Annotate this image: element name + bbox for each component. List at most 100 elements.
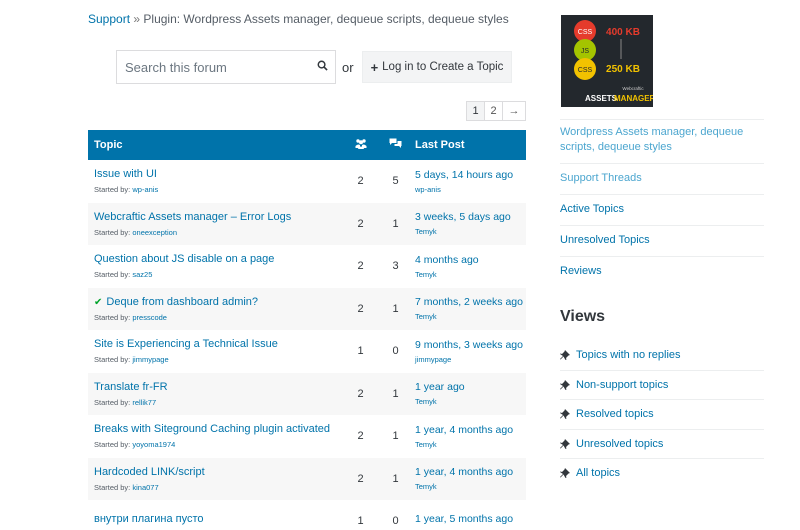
started-by-user-link[interactable]: kina077 [132, 483, 158, 492]
breadcrumb-support-link[interactable]: Support [88, 12, 130, 26]
resolved-check-icon: ✔ [94, 296, 103, 308]
started-by-user-link[interactable]: saz25 [132, 270, 152, 279]
sidebar-item-support-threads[interactable]: Support Threads [560, 163, 764, 194]
sidebar-item-reviews[interactable]: Reviews [560, 256, 764, 287]
logo-css-top: CSS [578, 29, 593, 36]
last-post-cell: 7 months, 2 weeks ago Temyk [412, 296, 523, 321]
started-by-user-link[interactable]: oneexception [132, 228, 177, 237]
topics-table: Topic Last Post Issue with UI Started by:… [88, 130, 526, 530]
topic-title-link[interactable]: Question about JS disable on a page [94, 253, 342, 265]
breadcrumb-current: Plugin: Wordpress Assets manager, dequeu… [143, 12, 509, 26]
logo-css-bottom: CSS [578, 67, 593, 74]
topic-title-text: внутри плагина пусто [94, 512, 204, 525]
topic-title-text: Hardcoded LINK/script [94, 465, 205, 478]
last-post-time-link[interactable]: 4 months ago [415, 254, 479, 266]
last-post-time-link[interactable]: 3 weeks, 5 days ago [415, 211, 511, 223]
header-posts [379, 138, 412, 152]
last-post-author-link[interactable]: Temyk [415, 482, 513, 491]
topic-title-text: Breaks with Siteground Caching plugin ac… [94, 423, 331, 436]
voices-count: 2 [357, 387, 364, 400]
last-post-time-link[interactable]: 1 year, 4 months ago [415, 466, 513, 478]
last-post-author-link[interactable]: Temyk [415, 227, 511, 236]
last-post-time-link[interactable]: 1 year ago [415, 381, 465, 393]
search-button[interactable] [309, 51, 335, 83]
topic-title-text: Deque from dashboard admin? [106, 295, 259, 308]
last-post-cell: 4 months ago Temyk [412, 254, 479, 279]
last-post-author-link[interactable]: Temyk [415, 440, 513, 449]
started-by-user-link[interactable]: rellik77 [132, 398, 156, 407]
topic-title-link[interactable]: внутри плагина пусто [94, 513, 342, 525]
view-non-support-topics[interactable]: Non-support topics [560, 369, 764, 400]
topic-title-link[interactable]: Hardcoded LINK/script [94, 466, 342, 478]
search-row: or + Log in to Create a Topic [116, 50, 513, 84]
last-post-cell: 9 months, 3 weeks ago jimmypage [412, 339, 523, 364]
topic-title-link[interactable]: Site is Experiencing a Technical Issue [94, 338, 342, 350]
login-to-create-topic-button[interactable]: + Log in to Create a Topic [361, 51, 513, 83]
topic-cell: Translate fr-FR Started by: rellik77 [88, 381, 342, 407]
topic-title-link[interactable]: Breaks with Siteground Caching plugin ac… [94, 423, 342, 435]
started-by-user-link[interactable]: yoyoma1974 [132, 440, 175, 449]
last-post-author-link[interactable]: Temyk [415, 312, 523, 321]
table-row: Hardcoded LINK/script Started by: kina077… [88, 457, 526, 500]
last-post-time-link[interactable]: 1 year, 4 months ago [415, 424, 513, 436]
or-text: or [342, 59, 354, 75]
header-voices [342, 138, 379, 152]
logo-brand: Webcraftic [622, 86, 644, 91]
view-topics-with-no-replies[interactable]: Topics with no replies [560, 340, 764, 370]
last-post-time-link[interactable]: 1 year, 5 months ago [415, 513, 513, 525]
last-post-time-link[interactable]: 5 days, 14 hours ago [415, 169, 513, 181]
started-by-user-link[interactable]: wp-anis [132, 185, 158, 194]
sidebar-item-unresolved-topics[interactable]: Unresolved Topics [560, 225, 764, 256]
view-unresolved-topics[interactable]: Unresolved topics [560, 428, 764, 459]
view-label: Unresolved topics [576, 437, 664, 450]
topic-title-link[interactable]: ✔ Deque from dashboard admin? [94, 296, 342, 308]
table-row: Translate fr-FR Started by: rellik77 2 1 1 y… [88, 372, 526, 415]
last-post-author-link[interactable]: jimmypage [415, 355, 523, 364]
search-input[interactable] [117, 51, 309, 83]
sidebar-item-active-topics[interactable]: Active Topics [560, 194, 764, 225]
topic-title-text: Question about JS disable on a page [94, 253, 275, 266]
logo-size-bottom: 250 KB [606, 64, 640, 75]
next-page-button[interactable]: → [502, 101, 526, 121]
sidebar-plugin-link[interactable]: Wordpress Assets manager, dequeue script… [560, 119, 764, 163]
page-2-button[interactable]: 2 [484, 101, 503, 121]
started-by-label: Started by: [94, 355, 131, 365]
topic-title-text: Site is Experiencing a Technical Issue [94, 338, 278, 351]
last-post-author-link[interactable]: wp-anis [415, 185, 513, 194]
last-post-time-link[interactable]: 9 months, 3 weeks ago [415, 339, 523, 351]
view-label: Non-support topics [576, 378, 669, 391]
started-by: Started by: saz25 [94, 270, 342, 279]
topic-cell: Hardcoded LINK/script Started by: kina077 [88, 466, 342, 492]
plus-icon: + [370, 59, 379, 75]
search-form [116, 50, 336, 84]
last-post-cell: 1 year, 4 months ago Temyk [412, 424, 513, 449]
breadcrumb-separator: » [133, 12, 141, 26]
started-by-user-link[interactable]: presscode [132, 313, 167, 322]
topic-title-link[interactable]: Issue with UI [94, 168, 342, 180]
header-last-post: Last Post [415, 139, 465, 151]
view-label: Resolved topics [576, 408, 654, 421]
voices-count: 2 [357, 175, 364, 188]
pushpin-icon [560, 409, 572, 420]
voices-count: 2 [357, 217, 364, 230]
last-post-author-link[interactable]: Temyk [415, 397, 465, 406]
topic-title-link[interactable]: Translate fr-FR [94, 381, 342, 393]
last-post-time-link[interactable]: 7 months, 2 weeks ago [415, 296, 523, 308]
posts-count: 3 [392, 260, 399, 273]
last-post-cell: 3 weeks, 5 days ago Temyk [412, 211, 511, 236]
voices-icon [355, 138, 367, 152]
topic-cell: внутри плагина пусто [88, 513, 342, 530]
voices-count: 2 [357, 472, 364, 485]
view-label: Topics with no replies [576, 348, 681, 361]
last-post-cell: 1 year, 4 months ago Temyk [412, 466, 513, 491]
topic-title-link[interactable]: Webcraftic Assets manager – Error Logs [94, 211, 342, 223]
view-resolved-topics[interactable]: Resolved topics [560, 399, 764, 429]
last-post-author-link[interactable]: Temyk [415, 270, 479, 279]
posts-count: 1 [392, 472, 399, 485]
view-all-topics[interactable]: All topics [560, 458, 764, 488]
page-1-button[interactable]: 1 [466, 101, 485, 121]
login-button-label: Log in to Create a Topic [382, 61, 504, 73]
started-by-user-link[interactable]: jimmypage [132, 355, 168, 364]
started-by: Started by: jimmypage [94, 355, 342, 364]
started-by-label: Started by: [94, 482, 131, 492]
